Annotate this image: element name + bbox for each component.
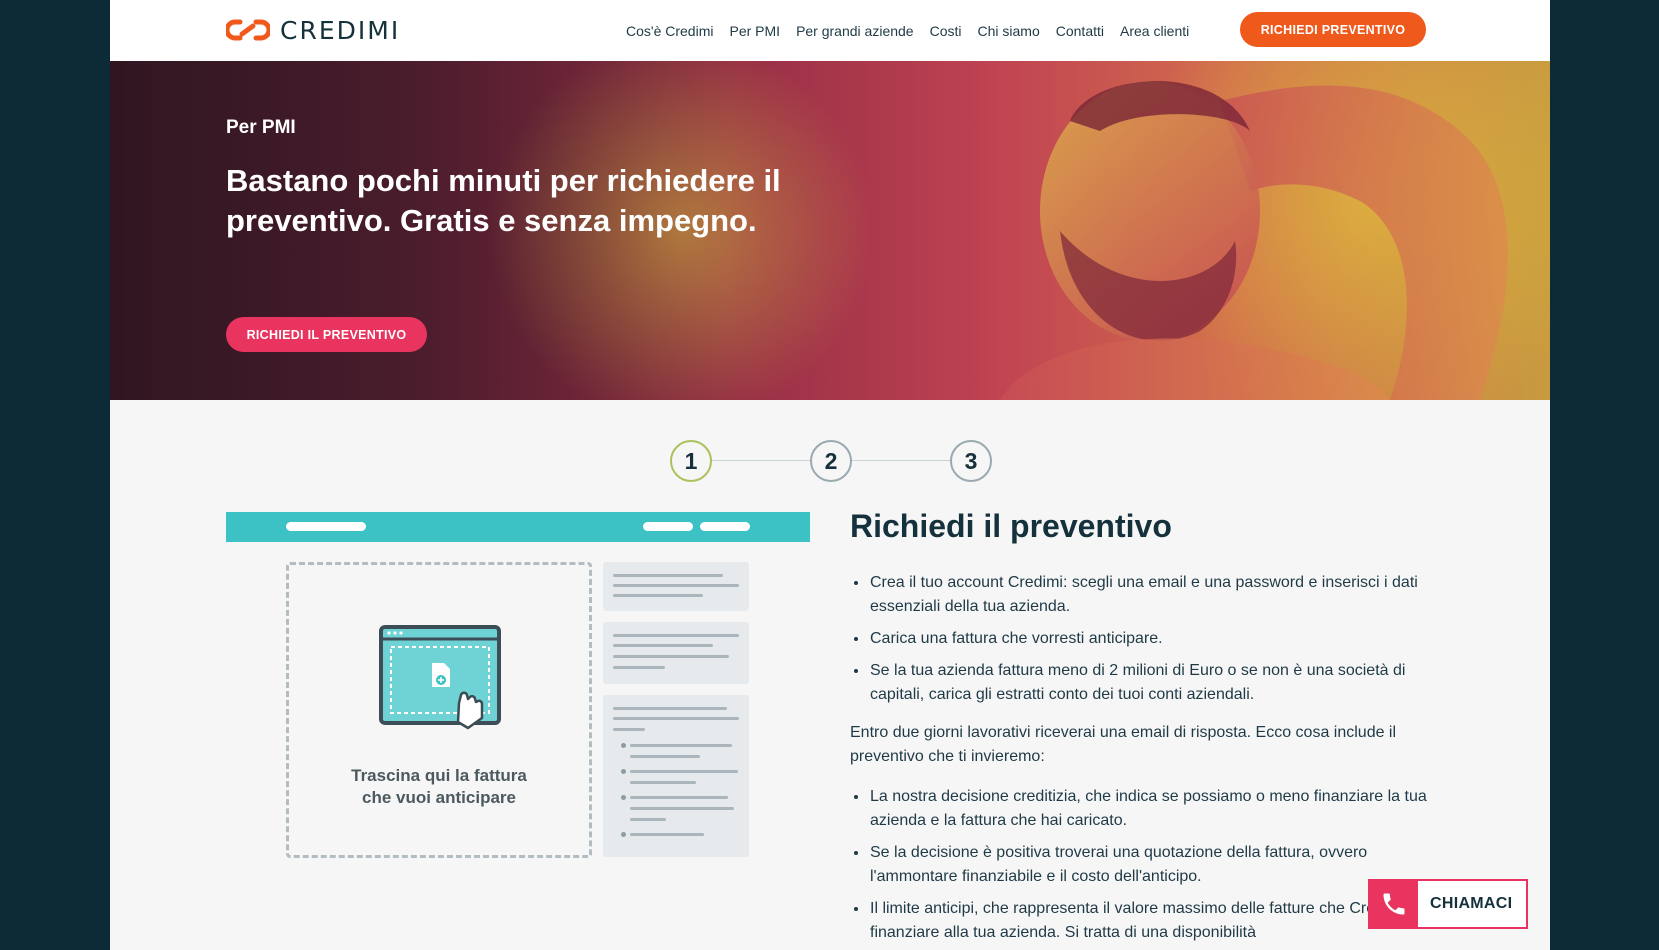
header-pill (643, 522, 693, 531)
request-quote-button[interactable]: RICHIEDI PREVENTIVO (1240, 12, 1426, 47)
credimi-logo[interactable]: CREDIMI (226, 14, 400, 46)
step-2[interactable]: 2 (810, 440, 852, 482)
credimi-logo-icon (226, 19, 270, 41)
step-connector (850, 460, 952, 461)
main-nav: Cos'è Credimi Per PMI Per grandi aziende… (626, 0, 1205, 61)
phone-icon (1370, 881, 1418, 927)
hero-person-image (1000, 81, 1508, 400)
info-card (603, 695, 749, 857)
step-1[interactable]: 1 (670, 440, 712, 482)
dropzone-text: Trascina qui la fattura che vuoi anticip… (289, 765, 589, 809)
upload-window-icon (379, 625, 501, 730)
dropzone-text-line-2: che vuoi anticipare (362, 788, 516, 807)
list-item: Se la decisione è positiva troverai una … (869, 841, 1450, 889)
list-item: Se la tua azienda fattura meno di 2 mili… (869, 659, 1450, 707)
info-card (603, 622, 749, 684)
nav-item-area-clienti[interactable]: Area clienti (1120, 23, 1189, 39)
step-indicator: 1 2 3 (670, 440, 1000, 482)
dropzone-text-line-1: Trascina qui la fattura (351, 766, 527, 785)
section-title: Richiedi il preventivo (850, 508, 1172, 544)
quote-contents-list: La nostra decisione creditizia, che indi… (850, 785, 1450, 945)
list-item: La nostra decisione creditizia, che indi… (869, 785, 1450, 833)
list-item: Crea il tuo account Credimi: scegli una … (869, 571, 1450, 619)
nav-item-cos-e-credimi[interactable]: Cos'è Credimi (626, 23, 713, 39)
call-us-button[interactable]: CHIAMACI (1368, 879, 1528, 929)
upload-illustration: Trascina qui la fattura che vuoi anticip… (226, 512, 810, 872)
steps-list: Crea il tuo account Credimi: scegli una … (850, 571, 1450, 707)
step-connector (708, 460, 810, 461)
step-3[interactable]: 3 (950, 440, 992, 482)
nav-item-per-pmi[interactable]: Per PMI (729, 23, 780, 39)
illustration-header-bar (226, 512, 810, 542)
info-paragraph: Entro due giorni lavorativi riceverai un… (850, 724, 1397, 765)
nav-item-per-grandi-aziende[interactable]: Per grandi aziende (796, 23, 914, 39)
hero-banner: Per PMI Bastano pochi minuti per richied… (110, 61, 1550, 400)
list-item: Il limite anticipi, che rappresenta il v… (869, 897, 1450, 945)
hero-title: Bastano pochi minuti per richiedere il p… (226, 163, 781, 238)
call-us-label: CHIAMACI (1430, 895, 1513, 912)
nav-item-chi-siamo[interactable]: Chi siamo (978, 23, 1040, 39)
nav-item-contatti[interactable]: Contatti (1056, 23, 1104, 39)
header-pill (700, 522, 750, 531)
header-pill (286, 522, 366, 531)
top-navbar: CREDIMI Cos'è Credimi Per PMI Per grandi… (110, 0, 1550, 61)
brand-name: CREDIMI (280, 15, 401, 45)
page: CREDIMI Cos'è Credimi Per PMI Per grandi… (110, 0, 1550, 950)
hero-subtitle: Per PMI (226, 117, 296, 138)
info-card (603, 562, 749, 611)
hero-request-quote-button[interactable]: RICHIEDI IL PREVENTIVO (226, 317, 427, 352)
invoice-dropzone: Trascina qui la fattura che vuoi anticip… (286, 562, 592, 858)
content-section: Richiedi il preventivo Crea il tuo accou… (850, 508, 1450, 950)
list-item: Carica una fattura che vorresti anticipa… (869, 627, 1450, 651)
nav-item-costi[interactable]: Costi (930, 23, 962, 39)
